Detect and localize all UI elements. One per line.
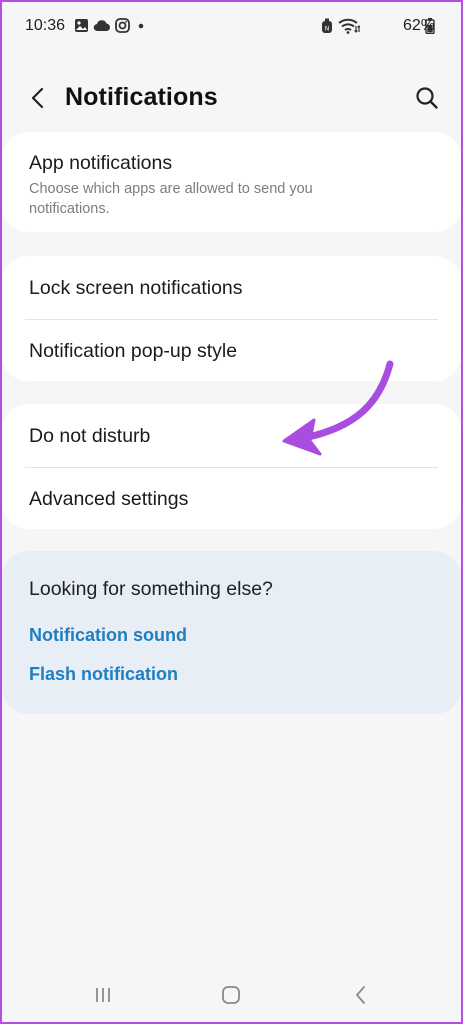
navigation-bar xyxy=(2,962,461,1022)
status-bar: 10:36 N 62% xyxy=(2,2,461,52)
home-button[interactable] xyxy=(216,980,246,1010)
advanced-settings-label: Advanced settings xyxy=(29,488,189,510)
app-notifications-card: App notifications Choose which apps are … xyxy=(2,132,461,232)
home-icon xyxy=(222,986,240,1004)
search-button[interactable] xyxy=(413,84,441,112)
notifications-screen: 10:36 N 62% Notifications App notificati… xyxy=(2,2,461,1022)
lock-screen-notifications-label: Lock screen notifications xyxy=(29,277,243,299)
app-notifications-title: App notifications xyxy=(29,152,173,174)
notification-popup-style-row[interactable]: Notification pop-up style xyxy=(2,320,461,381)
nfc-icon: N xyxy=(322,18,332,33)
image-icon xyxy=(75,19,88,32)
back-arrow-icon xyxy=(31,87,44,109)
battery-percent: 62% xyxy=(402,17,435,34)
app-header: Notifications xyxy=(2,72,461,122)
back-nav-button[interactable] xyxy=(346,980,376,1010)
lock-screen-card: Lock screen notifications Notification p… xyxy=(2,256,461,381)
flash-notification-link[interactable]: Flash notification xyxy=(29,664,178,685)
back-button[interactable] xyxy=(24,84,52,112)
search-icon xyxy=(416,87,438,109)
do-not-disturb-row[interactable]: Do not disturb xyxy=(2,404,461,467)
recents-icon xyxy=(96,988,110,1002)
app-notifications-row[interactable]: App notifications Choose which apps are … xyxy=(2,132,461,232)
do-not-disturb-label: Do not disturb xyxy=(29,425,151,447)
instagram-icon xyxy=(115,18,130,33)
do-not-disturb-card: Do not disturb Advanced settings xyxy=(2,404,461,529)
notification-sound-link[interactable]: Notification sound xyxy=(29,625,187,646)
app-notifications-subtitle: Choose which apps are allowed to send yo… xyxy=(29,181,313,217)
page-title: Notifications xyxy=(65,83,218,111)
cloud-icon xyxy=(93,20,110,32)
recents-button[interactable] xyxy=(88,980,118,1010)
lock-screen-notifications-row[interactable]: Lock screen notifications xyxy=(2,256,461,319)
suggestions-card: Looking for something else? Notification… xyxy=(2,551,461,714)
suggestions-title: Looking for something else? xyxy=(29,578,273,600)
advanced-settings-row[interactable]: Advanced settings xyxy=(2,468,461,529)
back-nav-icon xyxy=(356,986,365,1004)
svg-text:N: N xyxy=(325,26,330,33)
notification-popup-style-label: Notification pop-up style xyxy=(29,340,238,362)
wifi-icon xyxy=(338,18,360,34)
dot-icon xyxy=(138,23,144,29)
status-time: 10:36 xyxy=(25,17,66,34)
